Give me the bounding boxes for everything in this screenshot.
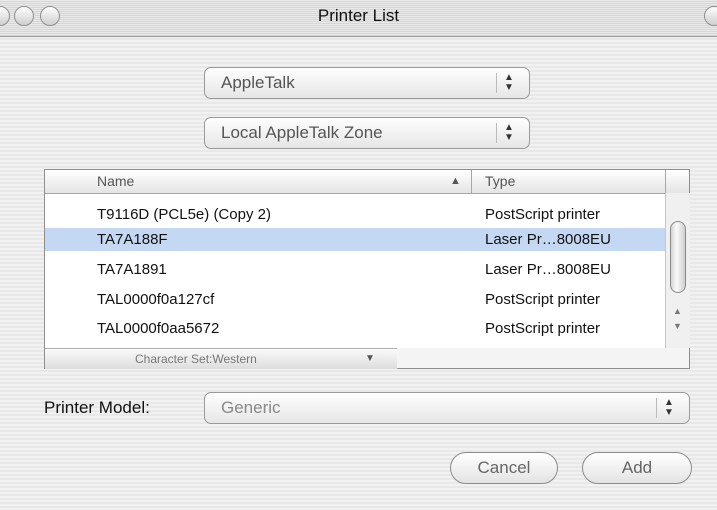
column-header-type[interactable]: Type (485, 173, 515, 189)
printer-model-popup[interactable]: Generic ▲ ▼ (204, 392, 690, 424)
scroll-up-arrow-icon[interactable]: ▲ (673, 306, 682, 316)
zone-value: Local AppleTalk Zone (221, 123, 383, 142)
column-header-name[interactable]: Name (97, 173, 134, 189)
triangle-down-icon: ▼ (365, 353, 375, 364)
column-divider (471, 170, 472, 193)
table-row[interactable]: TA7A1891 Laser Pr…8008EU (45, 258, 665, 281)
printer-type: PostScript printer (485, 320, 601, 337)
printer-type: Laser Pr…8008EU (485, 231, 611, 248)
character-set-label: Character Set:Western (135, 352, 257, 366)
zone-popup[interactable]: Local AppleTalk Zone ▲ ▼ (204, 117, 530, 149)
connection-type-value: AppleTalk (221, 73, 295, 92)
character-set-popup[interactable]: Character Set:Western ▼ (45, 348, 398, 369)
up-down-arrows-icon: ▲ ▼ (496, 73, 521, 93)
printer-name: TA7A1891 (97, 261, 167, 278)
vertical-scrollbar[interactable]: ▲ ▼ (665, 193, 690, 348)
printer-type: PostScript printer (485, 206, 601, 223)
printer-table[interactable]: Name ▲ Type T9116D (PCL5e) (Copy 2) Post… (44, 169, 690, 369)
cancel-button[interactable]: Cancel (450, 452, 558, 484)
printer-type: Laser Pr…8008EU (485, 261, 611, 278)
table-row[interactable]: T9116D (PCL5e) (Copy 2) PostScript print… (45, 203, 665, 226)
connection-type-popup[interactable]: AppleTalk ▲ ▼ (204, 67, 530, 99)
table-row[interactable]: TAL0000f0aa5672 PostScript printer (45, 317, 665, 340)
table-row-selected[interactable]: TA7A188F Laser Pr…8008EU (45, 228, 665, 251)
printer-name: TAL0000f0a127cf (97, 291, 215, 308)
sort-ascending-icon[interactable]: ▲ (450, 175, 461, 187)
title-bar[interactable]: Printer List (0, 0, 717, 37)
window-title: Printer List (317, 6, 400, 25)
printer-name: TA7A188F (97, 231, 168, 248)
scrollbar-thumb[interactable] (670, 221, 686, 293)
scroll-down-arrow-icon[interactable]: ▼ (673, 321, 682, 331)
printer-name: T9116D (PCL5e) (Copy 2) (97, 206, 271, 223)
up-down-arrows-icon: ▲ ▼ (656, 398, 681, 418)
printer-list-window: Printer List AppleTalk ▲ ▼ Local AppleTal… (0, 0, 717, 510)
add-button[interactable]: Add (582, 452, 692, 484)
horizontal-scroll-area (397, 348, 689, 368)
printer-name: TAL0000f0aa5672 (97, 320, 220, 337)
table-header: Name ▲ Type (45, 170, 689, 194)
column-divider (665, 170, 666, 193)
table-row[interactable]: TAL0000f0a127cf PostScript printer (45, 288, 665, 311)
up-down-arrows-icon: ▲ ▼ (496, 123, 521, 143)
printer-model-value: Generic (221, 398, 281, 417)
printer-type: PostScript printer (485, 291, 601, 308)
printer-model-label: Printer Model: (44, 398, 150, 417)
